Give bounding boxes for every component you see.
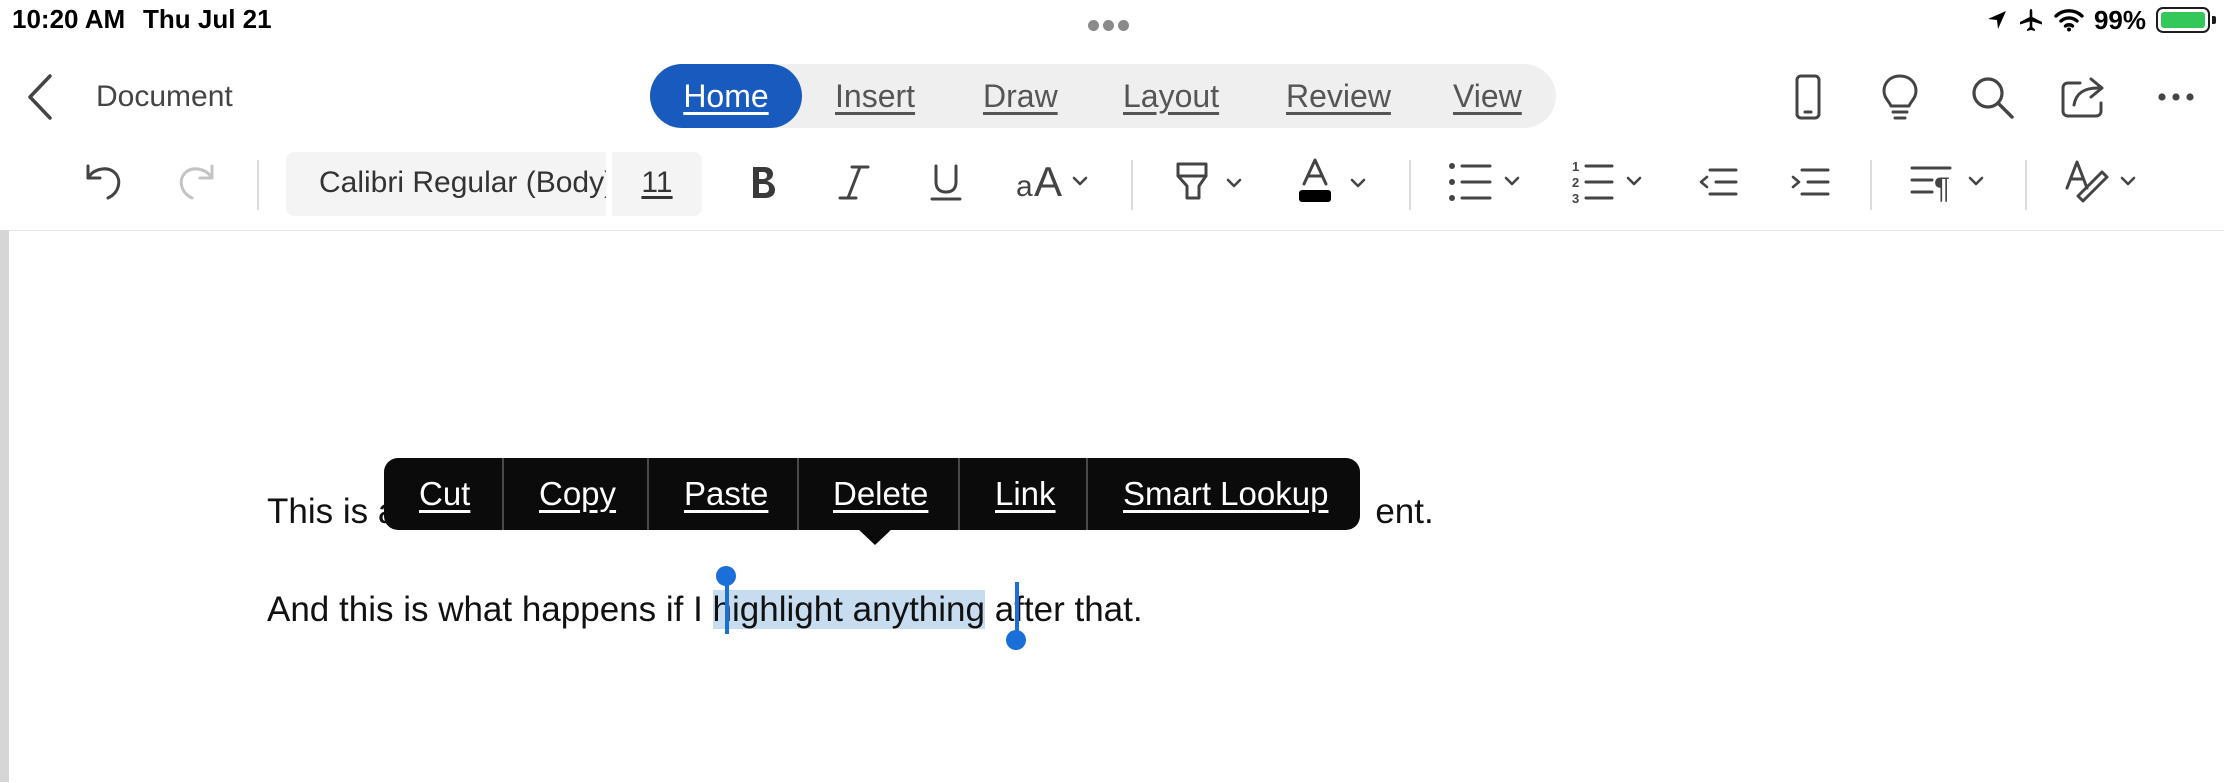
tab-draw[interactable]: Draw [983,64,1058,128]
selection-end-handle[interactable] [1006,630,1026,650]
svg-text:1: 1 [1572,159,1579,174]
status-date: Thu Jul 21 [143,4,272,34]
delete-button[interactable]: Delete [833,458,928,530]
tab-layout[interactable]: Layout [1123,64,1219,128]
back-chevron-icon[interactable] [20,72,60,122]
tab-view[interactable]: View [1453,64,1522,128]
status-time: 10:20 AM [12,4,126,34]
bold-icon[interactable] [742,162,782,202]
font-size-change-icon[interactable]: aA [1016,158,1096,206]
more-icon[interactable] [2150,71,2202,123]
editor-icon[interactable] [2064,158,2144,206]
multitasking-dots-icon[interactable] [1088,18,1133,36]
font-name-field[interactable]: Calibri Regular (Body) [286,152,606,216]
tab-review[interactable]: Review [1286,64,1391,128]
svg-text:3: 3 [1572,191,1579,206]
underline-icon[interactable] [926,162,966,202]
svg-text:2: 2 [1572,175,1579,190]
edit-context-menu: Cut Copy Paste Delete Link Smart Lookup [384,458,1360,530]
search-icon[interactable] [1966,71,2018,123]
link-button[interactable]: Link [995,458,1056,530]
font-color-icon[interactable] [1296,156,1376,206]
tab-insert[interactable]: Insert [835,64,915,128]
paste-button[interactable]: Paste [684,458,768,530]
svg-text:a: a [1016,170,1033,203]
highlight-icon[interactable] [1172,156,1252,206]
battery-icon [2156,7,2216,33]
location-icon [1987,11,2006,29]
svg-text:¶: ¶ [1934,172,1950,204]
document-title[interactable]: Document [96,80,233,114]
paragraph-2-before: And this is what happens if I [267,590,713,629]
numbered-list-icon[interactable]: 123 [1572,158,1652,206]
font-size-value: 11 [641,166,673,199]
status-bar: 10:20 AM Thu Jul 21 99% [0,0,2224,40]
status-indicators: 99% [1986,2,2216,38]
redo-icon[interactable] [174,160,218,204]
font-name-value: Calibri Regular (Body) [319,166,606,199]
cut-button[interactable]: Cut [419,458,470,530]
smart-lookup-button[interactable]: Smart Lookup [1123,458,1328,530]
paragraph-1-end: ent. [1375,492,1434,531]
paragraph-1-start: This is a [267,492,398,531]
selection-start-handle[interactable] [716,566,736,586]
undo-icon[interactable] [82,160,126,204]
selected-text[interactable]: highlight anything [712,590,985,629]
page-edge [0,230,9,782]
paragraph-2[interactable]: And this is what happens if I highlight … [267,590,1143,630]
wifi-icon [2054,9,2084,32]
battery-percentage: 99% [2093,4,2146,35]
font-size-field[interactable]: 11 [612,152,702,216]
bullet-list-icon[interactable] [1448,160,1528,204]
lightbulb-icon[interactable] [1874,71,1926,123]
share-icon[interactable] [2058,71,2110,123]
svg-text:A: A [1034,158,1062,205]
copy-button[interactable]: Copy [539,458,616,530]
decrease-indent-icon[interactable] [1696,162,1740,202]
tab-home[interactable]: Home [650,64,802,128]
airplane-icon [2019,9,2042,31]
ribbon-tab-bar: Home Insert Draw Layout Review View [650,64,1556,128]
battery-level [2161,12,2205,28]
selection-start-caret [725,582,729,634]
phone-view-icon[interactable] [1782,71,1834,123]
paragraph-2-after: after that. [984,590,1143,629]
increase-indent-icon[interactable] [1788,162,1832,202]
paragraph-styles-icon[interactable]: ¶ [1910,160,1990,204]
context-menu-pointer [857,528,893,545]
selection-end-caret [1015,582,1019,634]
italic-icon[interactable] [834,162,874,202]
